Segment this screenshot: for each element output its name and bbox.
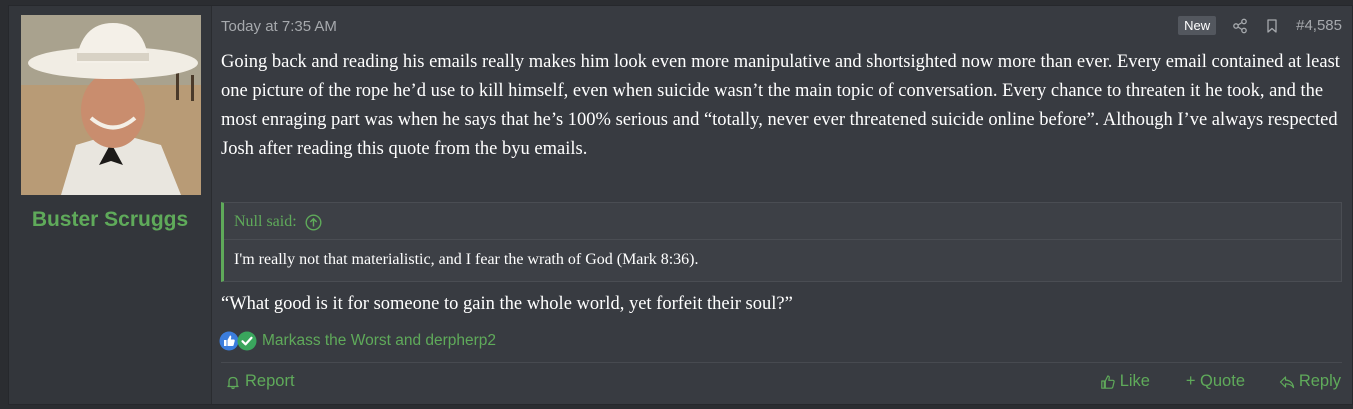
reply-icon [1279, 375, 1294, 388]
quote-divider [224, 239, 1341, 240]
reaction-users-link[interactable]: Markass the Worst and derpherp2 [262, 332, 496, 350]
quote-button[interactable]: + Quote [1186, 372, 1245, 391]
quote-block: Null said: I'm really not that materiali… [221, 202, 1342, 282]
quote-label: + Quote [1185, 372, 1245, 390]
new-badge: New [1178, 16, 1217, 35]
like-button[interactable]: Like [1100, 372, 1150, 391]
avatar-image [21, 15, 201, 195]
post-date[interactable]: Today at 7:35 AM [221, 18, 337, 35]
check-reaction-icon [237, 331, 257, 351]
post-message: Going back and reading his emails really… [221, 52, 1340, 159]
bookmark-icon[interactable] [1264, 18, 1280, 34]
forum-post: Buster Scruggs Today at 7:35 AM New #4,5… [8, 5, 1353, 405]
user-cell: Buster Scruggs [9, 6, 212, 404]
bell-icon [227, 376, 239, 389]
post-header: Today at 7:35 AM New #4,585 [221, 16, 1342, 38]
quote-body: I'm really not that materialistic, and I… [234, 251, 699, 268]
quote-title-label: Null said: [234, 213, 297, 230]
report-button[interactable]: Report [225, 372, 295, 391]
like-label: Like [1119, 372, 1150, 390]
like-reaction-icon [219, 331, 239, 351]
arrow-up-circle-icon[interactable] [305, 213, 322, 231]
post-number-link[interactable]: #4,585 [1296, 17, 1342, 34]
reactions-bar[interactable]: Markass the Worst and derpherp2 [219, 330, 496, 352]
post-header-actions: New #4,585 [1178, 16, 1342, 35]
post-message-after-quote: “What good is it for someone to gain the… [221, 294, 793, 314]
reply-label: Reply [1298, 372, 1341, 390]
footer-divider [221, 362, 1342, 363]
thumbs-up-icon [1100, 374, 1115, 389]
post-footer: Report Like + Quote Reply [221, 370, 1342, 394]
author-username[interactable]: Buster Scruggs [9, 208, 211, 232]
avatar[interactable] [21, 15, 201, 195]
report-label: Report [245, 372, 295, 390]
reply-button[interactable]: Reply [1279, 372, 1341, 391]
post-main: Today at 7:35 AM New #4,585 Going back a… [211, 6, 1352, 404]
quote-title[interactable]: Null said: [234, 211, 322, 233]
share-icon[interactable] [1232, 18, 1248, 34]
